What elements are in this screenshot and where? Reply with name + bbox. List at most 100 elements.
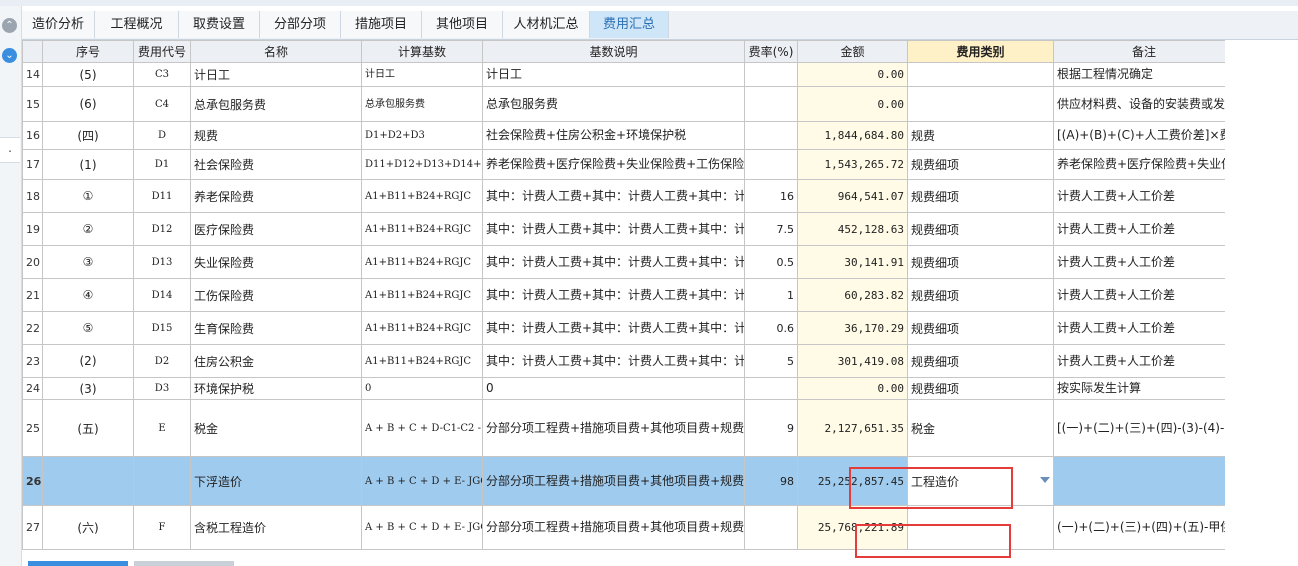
cell-note[interactable]	[1053, 456, 1225, 506]
cell-code[interactable]: D12	[133, 212, 191, 246]
cell-amount[interactable]: 0.00	[797, 377, 908, 400]
cell-rate[interactable]: 0.6	[744, 311, 798, 345]
cell-category[interactable]: 工程造价	[907, 456, 1054, 506]
row-number[interactable]: 20	[22, 245, 43, 279]
cell-note[interactable]: 根据工程情况确定	[1053, 62, 1225, 87]
row-number[interactable]: 14	[22, 62, 43, 87]
col-header-rate[interactable]: 费率(%)	[744, 40, 798, 63]
cell-note[interactable]: 计费人工费+人工价差	[1053, 245, 1225, 279]
cell-rate[interactable]	[744, 86, 798, 122]
cell-seq[interactable]: (5)	[42, 62, 134, 87]
tab-other-items[interactable]: 其他项目	[422, 11, 503, 38]
category-dropdown[interactable]: 工程造价	[911, 473, 1050, 490]
cell-code[interactable]: D2	[133, 344, 191, 378]
col-header-note[interactable]: 备注	[1053, 40, 1225, 63]
cell-desc[interactable]: 其中：计费人工费+其中：计费人工费+其中：计费人工费+人工价差	[482, 344, 745, 378]
cell-category[interactable]: 规费细项	[907, 212, 1054, 246]
cell-rate[interactable]	[744, 62, 798, 87]
cell-name[interactable]: 环境保护税	[190, 377, 362, 400]
cell-rate[interactable]	[744, 377, 798, 400]
cell-code[interactable]: E	[133, 399, 191, 457]
cell-category[interactable]: 规费细项	[907, 149, 1054, 180]
cell-base[interactable]: A1+B11+B24+RGJC	[361, 212, 483, 246]
cell-rate[interactable]: 98	[744, 456, 798, 506]
cell-amount[interactable]: 60,283.82	[797, 278, 908, 312]
cell-note[interactable]: 计费人工费+人工价差	[1053, 311, 1225, 345]
tab-fee-settings[interactable]: 取费设置	[179, 11, 260, 38]
cell-code[interactable]: D15	[133, 311, 191, 345]
cell-name[interactable]: 规费	[190, 121, 362, 150]
cell-seq[interactable]: (3)	[42, 377, 134, 400]
cell-amount[interactable]: 964,541.07	[797, 179, 908, 213]
cell-amount[interactable]: 36,170.29	[797, 311, 908, 345]
cell-category[interactable]: 规费	[907, 121, 1054, 150]
cell-desc[interactable]: 其中：计费人工费+其中：计费人工费+其中：计费人工费+人工价差	[482, 245, 745, 279]
cell-base[interactable]: A + B + C + D-C1-C2 - JGCLF - JGZCF - JG…	[361, 399, 483, 457]
cell-note[interactable]: 供应材料费、设备的安装费或发包人发包的专业工程费×费率	[1053, 86, 1225, 122]
cell-rate[interactable]	[744, 121, 798, 150]
col-header-desc[interactable]: 基数说明	[482, 40, 745, 63]
table-row[interactable]: 22 ⑤ D15 生育保险费 A1+B11+B24+RGJC 其中：计费人工费+其中：计费…	[22, 311, 1225, 345]
cell-category[interactable]: 规费细项	[907, 179, 1054, 213]
cell-amount[interactable]: 25,768,221.89	[797, 505, 908, 550]
collapse-down-icon[interactable]: ⌄	[2, 48, 17, 63]
cell-desc[interactable]: 分部分项工程费+措施项目费+其他项目费+规费-暂列金额-专业工程暂估价-甲供材料…	[482, 399, 745, 457]
cell-seq[interactable]	[42, 456, 134, 506]
row-number[interactable]: 26	[22, 456, 43, 506]
rail-selected-marker[interactable]: .	[0, 137, 20, 163]
cell-base[interactable]: A1+B11+B24+RGJC	[361, 179, 483, 213]
cell-rate[interactable]	[744, 505, 798, 550]
cell-note[interactable]: [(A)+(B)+(C)+人工费价差]×费率	[1053, 121, 1225, 150]
cell-desc[interactable]: 其中：计费人工费+其中：计费人工费+其中：计费人工费+人工价差	[482, 179, 745, 213]
cell-code[interactable]: D11	[133, 179, 191, 213]
cell-seq[interactable]: (四)	[42, 121, 134, 150]
table-row[interactable]: 26 下浮造价A + B + C + D + E- JGCLF - JGZCF -…	[22, 456, 1225, 506]
cell-seq[interactable]: (6)	[42, 86, 134, 122]
cell-name[interactable]: 生育保险费	[190, 311, 362, 345]
cell-seq[interactable]: ⑤	[42, 311, 134, 345]
row-number[interactable]: 17	[22, 149, 43, 180]
row-number[interactable]: 23	[22, 344, 43, 378]
cell-rate[interactable]: 5	[744, 344, 798, 378]
table-row[interactable]: 16 (四) D 规费 D1+D2+D3 社会保险费+住房公积金+环境保护税 1,844,6…	[22, 121, 1225, 150]
cell-note[interactable]: [(一)+(二)+(三)+(四)-(3)-(4)-甲供材料费]×税率	[1053, 399, 1225, 457]
cell-seq[interactable]: (六)	[42, 505, 134, 550]
cell-base[interactable]: D11+D12+D13+D14+D15	[361, 149, 483, 180]
table-row[interactable]: 18 ① D11 养老保险费 A1+B11+B24+RGJC 其中：计费人工费+其中：计费…	[22, 179, 1225, 213]
cell-note[interactable]: (一)+(二)+(三)+(四)+(五)-甲供材料费	[1053, 505, 1225, 550]
cell-desc[interactable]: 分部分项工程费+措施项目费+其他项目费+规费+税金-甲供材料费-甲供主材费-甲供…	[482, 456, 745, 506]
row-number[interactable]: 19	[22, 212, 43, 246]
cell-desc[interactable]: 养老保险费+医疗保险费+失业保险费+工伤保险费+生育保险费	[482, 149, 745, 180]
cell-name[interactable]: 税金	[190, 399, 362, 457]
col-header-amount[interactable]: 金额	[797, 40, 908, 63]
table-row[interactable]: 25(五)E税金A + B + C + D-C1-C2 - JGCLF - JG…	[22, 399, 1225, 457]
cell-code[interactable]: D	[133, 121, 191, 150]
cell-seq[interactable]: ①	[42, 179, 134, 213]
tab-measures[interactable]: 措施项目	[341, 11, 422, 38]
tab-sub-items[interactable]: 分部分项	[260, 11, 341, 38]
cell-code[interactable]: F	[133, 505, 191, 550]
table-row[interactable]: 20 ③ D13 失业保险费 A1+B11+B24+RGJC 其中：计费人工费+其中：计费…	[22, 245, 1225, 279]
table-row[interactable]: 23 (2) D2 住房公积金 A1+B11+B24+RGJC 其中：计费人工费+其中：计…	[22, 344, 1225, 378]
cell-note[interactable]: 养老保险费+医疗保险费+失业保险费+工伤保险费+生育保险费	[1053, 149, 1225, 180]
cell-base[interactable]: A1+B11+B24+RGJC	[361, 245, 483, 279]
bottom-tab-secondary[interactable]	[134, 561, 234, 566]
table-row[interactable]: 14 (5) C3 计日工 计日工 计日工 0.00 根据工程情况确定	[22, 62, 1225, 87]
cell-category[interactable]: 规费细项	[907, 278, 1054, 312]
cell-rate[interactable]: 1	[744, 278, 798, 312]
col-header-base[interactable]: 计算基数	[361, 40, 483, 63]
row-number[interactable]: 21	[22, 278, 43, 312]
row-number[interactable]: 18	[22, 179, 43, 213]
collapse-up-icon[interactable]: ⌃	[2, 18, 17, 33]
cell-code[interactable]: D13	[133, 245, 191, 279]
cell-category[interactable]: 规费细项	[907, 377, 1054, 400]
cell-category[interactable]	[907, 505, 1054, 550]
cell-base[interactable]: A + B + C + D + E- JGCLF - JGZCF - JGSBF	[361, 505, 483, 550]
cell-base[interactable]: D1+D2+D3	[361, 121, 483, 150]
cell-code[interactable]: D1	[133, 149, 191, 180]
cell-note[interactable]: 计费人工费+人工价差	[1053, 344, 1225, 378]
cell-desc[interactable]: 其中：计费人工费+其中：计费人工费+其中：计费人工费+人工价差	[482, 278, 745, 312]
cell-amount[interactable]: 0.00	[797, 62, 908, 87]
cell-base[interactable]: A1+B11+B24+RGJC	[361, 311, 483, 345]
row-number[interactable]: 16	[22, 121, 43, 150]
